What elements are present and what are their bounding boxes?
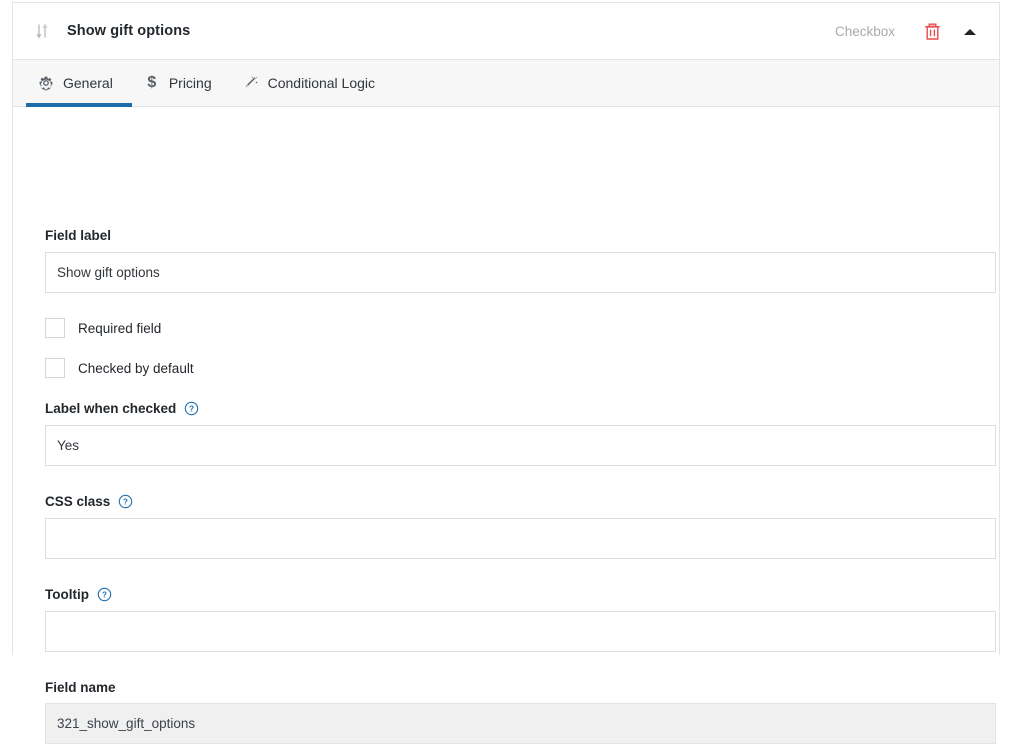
tooltip-input[interactable]: [45, 611, 996, 652]
dollar-icon: $: [147, 74, 157, 91]
label-when-checked-input[interactable]: [45, 425, 996, 466]
field-settings-tabs: General $ Pricing Conditional Logic: [13, 60, 999, 107]
help-circle-icon[interactable]: ?: [118, 494, 133, 509]
field-name-label: Field name: [45, 680, 116, 695]
field-settings-panel: Show gift options Checkbox General $ Pri…: [12, 2, 1000, 744]
field-label-input[interactable]: [45, 252, 996, 293]
trash-icon[interactable]: [919, 19, 945, 45]
field-settings-body: Field label Required field Checked by de…: [13, 107, 999, 744]
css-class-label-text: CSS class: [45, 494, 111, 509]
svg-text:?: ?: [189, 405, 194, 414]
tab-pricing-label: Pricing: [168, 75, 212, 91]
css-class-label: CSS class ?: [45, 494, 133, 509]
label-when-checked-label-text: Label when checked: [45, 401, 177, 416]
label-when-checked-label: Label when checked ?: [45, 401, 199, 416]
tab-general-label: General: [63, 75, 113, 91]
required-field-label: Required field: [78, 320, 162, 336]
field-name-input[interactable]: [45, 703, 996, 744]
tooltip-label-text: Tooltip: [45, 587, 89, 602]
field-type-label: Checkbox: [834, 24, 895, 39]
checked-by-default-checkbox-row[interactable]: Checked by default: [45, 358, 194, 378]
checked-by-default-label: Checked by default: [78, 360, 194, 376]
tab-general[interactable]: General: [26, 60, 132, 107]
help-circle-icon[interactable]: ?: [184, 401, 199, 416]
checked-by-default-checkbox[interactable]: [45, 358, 65, 378]
tab-conditional-logic-label: Conditional Logic: [267, 75, 376, 91]
tab-conditional-logic[interactable]: Conditional Logic: [231, 60, 394, 106]
sort-drag-icon[interactable]: [31, 20, 53, 42]
svg-text:?: ?: [123, 498, 128, 507]
help-circle-icon[interactable]: ?: [97, 587, 112, 602]
required-field-checkbox-row[interactable]: Required field: [45, 318, 161, 338]
required-field-checkbox[interactable]: [45, 318, 65, 338]
field-label-label: Field label: [45, 228, 111, 243]
field-name-label-text: Field name: [45, 680, 116, 695]
tab-pricing[interactable]: $ Pricing: [132, 60, 231, 106]
field-panel-header: Show gift options Checkbox: [13, 3, 999, 60]
field-label-label-text: Field label: [45, 228, 112, 243]
svg-text:?: ?: [102, 591, 107, 600]
tooltip-label: Tooltip ?: [45, 587, 112, 602]
magic-wand-icon: [243, 75, 259, 91]
gear-icon: [38, 75, 54, 91]
css-class-input[interactable]: [45, 518, 996, 559]
field-header-actions: Checkbox: [835, 3, 983, 60]
caret-up-icon[interactable]: [957, 19, 983, 45]
field-title: Show gift options: [67, 23, 191, 39]
